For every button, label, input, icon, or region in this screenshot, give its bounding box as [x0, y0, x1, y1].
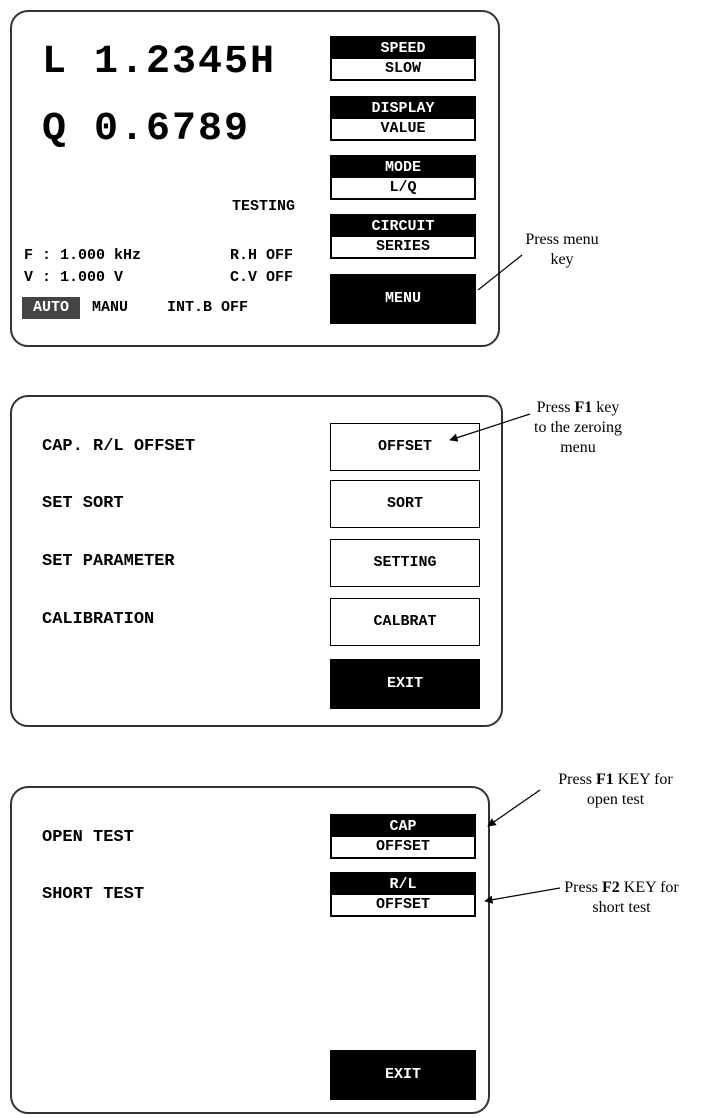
menu-pointer-line — [477, 254, 523, 291]
offset-arrow — [449, 413, 531, 442]
annotation-arrows — [449, 254, 561, 904]
short-test-arrow — [484, 887, 561, 904]
open-test-arrow — [487, 789, 541, 827]
